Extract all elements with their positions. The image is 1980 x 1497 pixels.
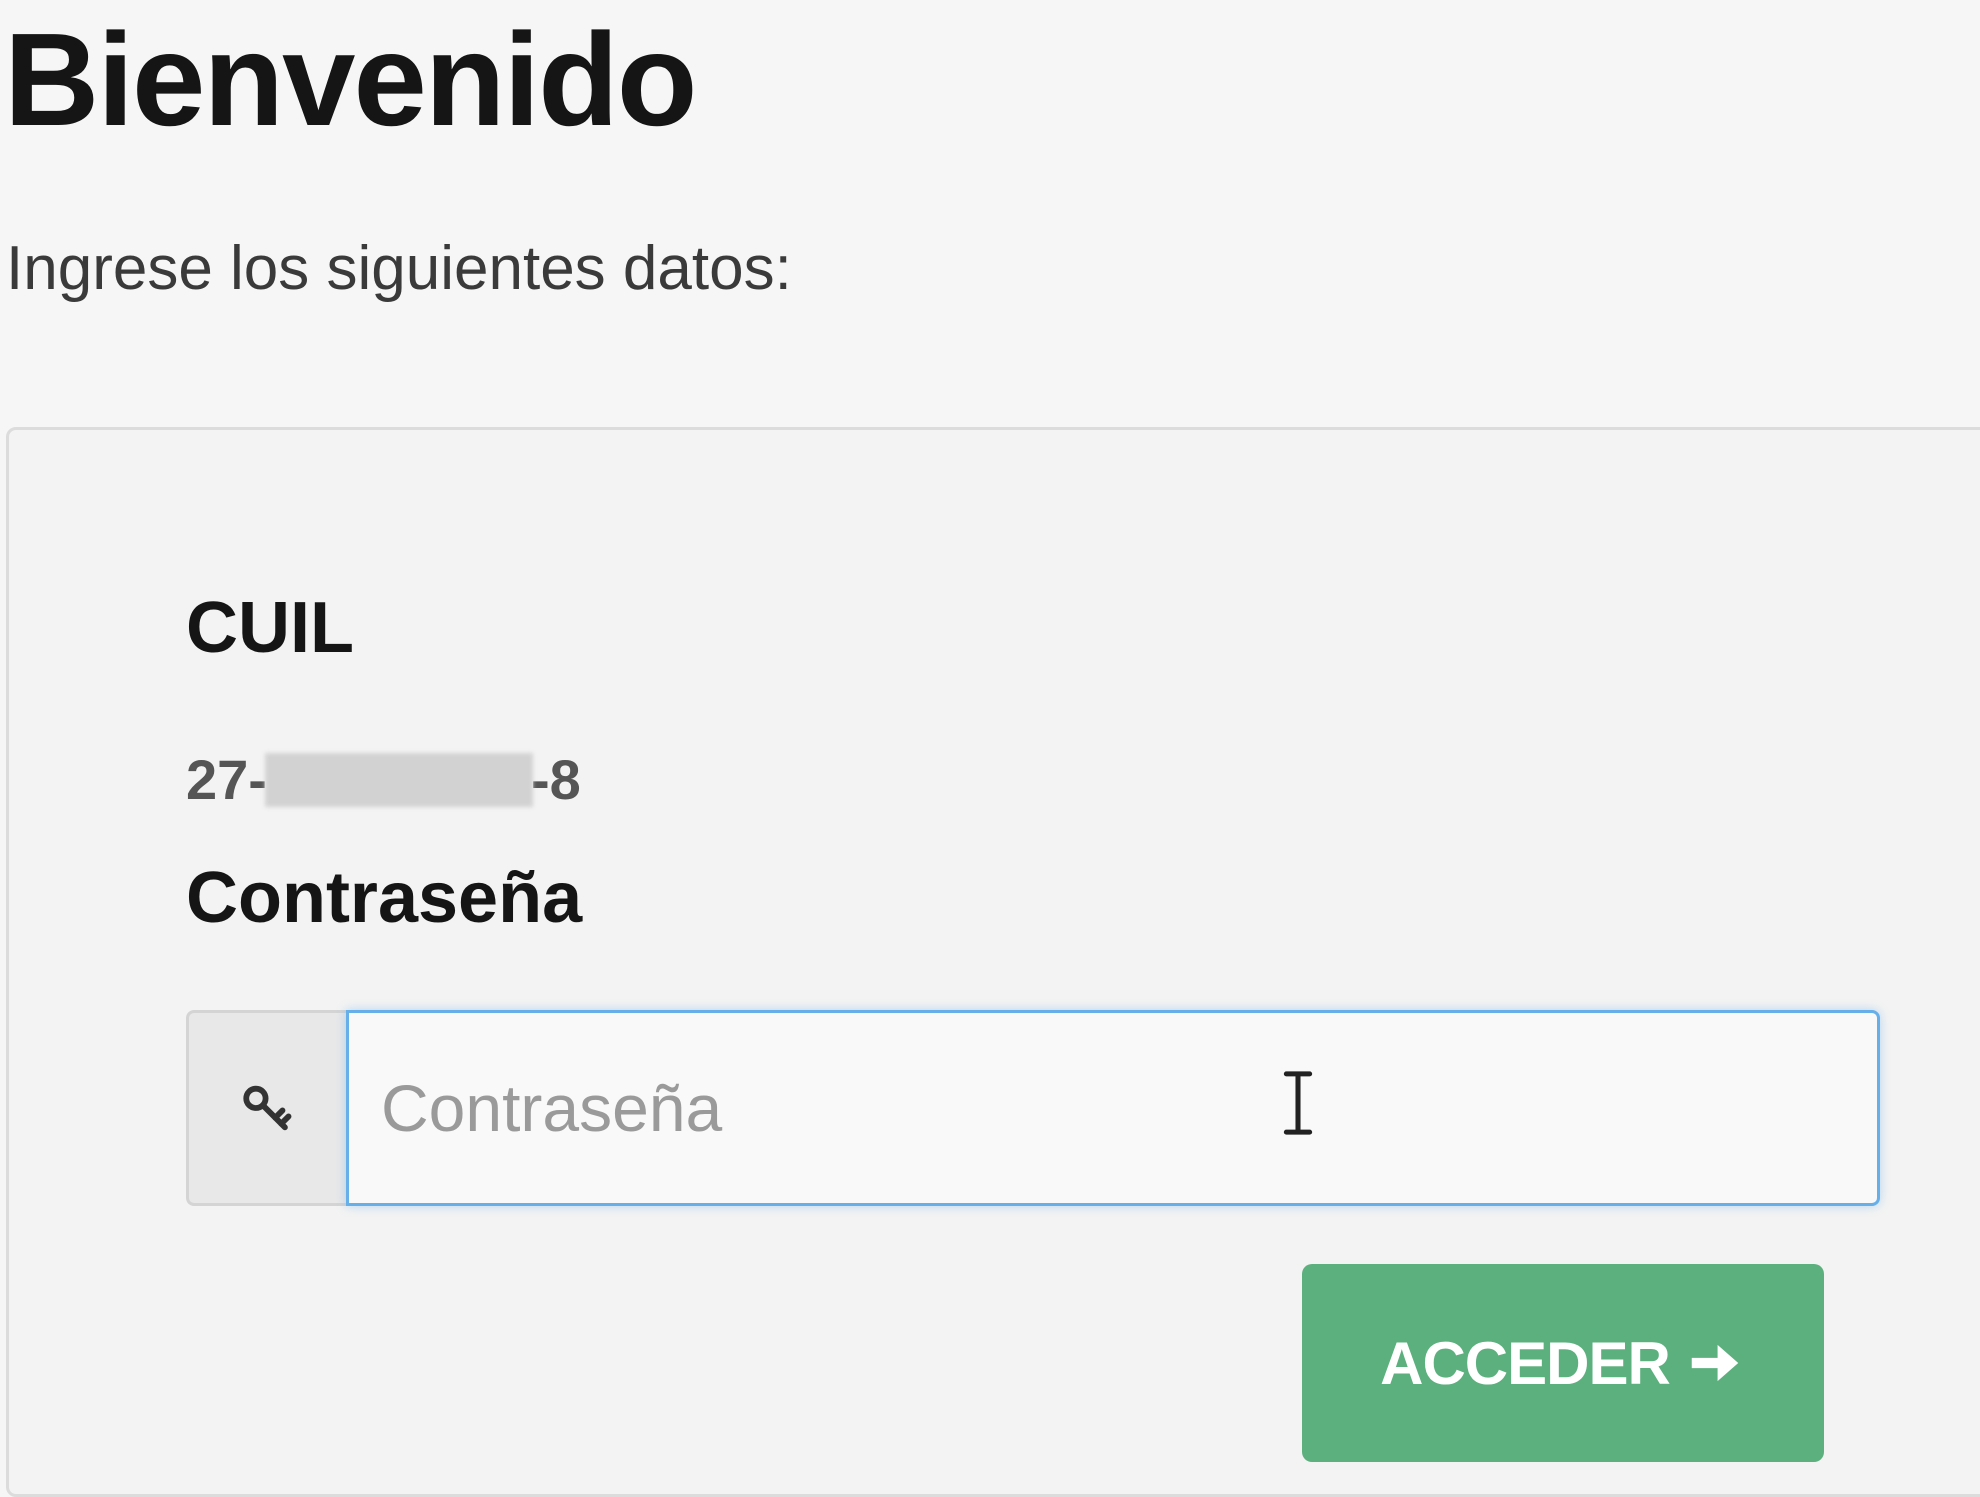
text-cursor-icon — [1283, 1071, 1313, 1135]
acceder-button-label: ACCEDER — [1380, 1329, 1671, 1397]
cuil-label: CUIL — [186, 588, 354, 668]
arrow-right-icon — [1691, 1344, 1739, 1382]
password-input[interactable] — [346, 1010, 1880, 1206]
page-subtitle: Ingrese los siguientes datos: — [6, 234, 792, 303]
page-title: Bienvenido — [4, 6, 697, 153]
password-label: Contraseña — [186, 858, 583, 938]
cuil-suffix: -8 — [530, 748, 581, 811]
cuil-value: 27- -8 — [186, 752, 581, 808]
password-input-group — [186, 1010, 1880, 1206]
cuil-redacted-block — [264, 753, 533, 807]
cuil-prefix: 27- — [186, 748, 267, 811]
acceder-button[interactable]: ACCEDER — [1302, 1264, 1824, 1462]
password-addon — [186, 1010, 346, 1206]
key-icon — [242, 1085, 291, 1131]
